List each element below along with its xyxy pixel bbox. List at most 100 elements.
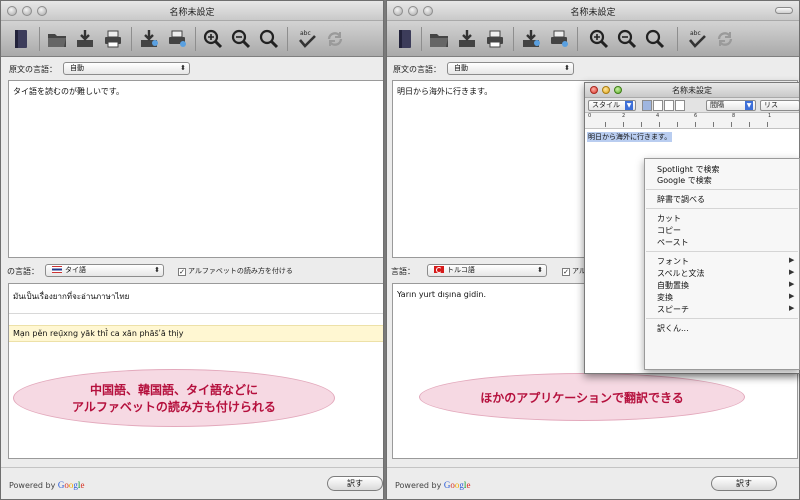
submenu-arrow-icon: ▶	[789, 256, 795, 264]
google-logo: Google	[57, 480, 85, 490]
zoom-in-icon[interactable]	[201, 27, 225, 51]
document-icon[interactable]	[9, 27, 33, 51]
target-language-value: トルコ語	[447, 266, 475, 274]
ruler-number: 8	[732, 113, 736, 119]
window-title: 名称未設定	[570, 8, 616, 18]
menu-item-font[interactable]: フォント ▶	[657, 256, 794, 267]
checkmark-icon: ✓	[562, 268, 570, 276]
translation-text: มันเป็นเรื่องยากที่จะอ่านภาษาไทย	[13, 292, 130, 301]
refresh-icon[interactable]	[713, 27, 737, 51]
menu-item-label: スピーチ	[657, 305, 689, 314]
import-icon[interactable]	[455, 27, 479, 51]
target-language-label: の言語：	[7, 267, 39, 276]
list-popup[interactable]: リス	[760, 100, 799, 111]
callout-line-2: アルファベットの読み方も付けられる	[72, 400, 276, 414]
thailand-flag-icon	[52, 266, 62, 273]
bottom-bar: Powered by Google 訳す	[387, 467, 799, 499]
textedit-title-bar[interactable]: 名称未設定	[585, 83, 799, 98]
feature-callout-romanization: 中国語、韓国語、タイ語などに アルファベットの読み方も付けられる	[13, 369, 335, 427]
zoom-in-icon[interactable]	[587, 27, 611, 51]
align-right-icon[interactable]	[675, 100, 685, 111]
selected-text[interactable]: 明日から海外に行きます。	[587, 132, 673, 142]
turkey-flag-icon	[434, 266, 444, 273]
toolbar: abc	[1, 21, 383, 57]
powered-by-google: Powered by Google	[9, 480, 84, 490]
toolbar: abc	[387, 21, 799, 57]
alphabet-reading-checkbox[interactable]: ✓ アル	[562, 266, 586, 276]
print-speech-icon[interactable]	[547, 27, 571, 51]
import-speech-icon[interactable]	[519, 27, 543, 51]
import-icon[interactable]	[73, 27, 97, 51]
textedit-title: 名称未設定	[672, 86, 712, 95]
open-folder-icon[interactable]	[45, 27, 69, 51]
spacing-popup[interactable]: 間隔 ▼	[706, 100, 756, 111]
open-folder-icon[interactable]	[427, 27, 451, 51]
spacing-popup-label: 間隔	[710, 101, 724, 109]
bottom-bar: Powered by Google 訳す	[1, 467, 383, 499]
menu-item-substitutions[interactable]: 自動置換 ▶	[657, 280, 794, 291]
source-language-popup[interactable]: 自動 ⬍	[63, 62, 190, 75]
menu-item-speech[interactable]: スピーチ ▶	[657, 304, 794, 315]
translate-button[interactable]: 訳す	[711, 476, 777, 491]
align-center-icon[interactable]	[653, 100, 663, 111]
ruler-number: 2	[622, 113, 626, 119]
menu-item-transformations[interactable]: 変換 ▶	[657, 292, 794, 303]
toolbar-toggle-button[interactable]	[775, 7, 793, 14]
alphabet-reading-checkbox[interactable]: ✓ アルファベットの読み方を付ける	[178, 266, 293, 276]
spellcheck-icon[interactable]: abc	[295, 27, 319, 51]
ruler-number: 4	[656, 113, 660, 119]
title-bar[interactable]: 名称未設定	[1, 1, 383, 21]
zoom-reset-icon[interactable]	[643, 27, 667, 51]
source-language-popup[interactable]: 自動 ⬍	[447, 62, 574, 75]
align-justify-icon[interactable]	[664, 100, 674, 111]
format-bar: スタイル ▼ 間隔 ▼ リス	[585, 98, 799, 113]
ruler-number: 6	[694, 113, 698, 119]
style-popup[interactable]: スタイル ▼	[588, 100, 636, 111]
menu-item-label: Spotlight で検索	[657, 165, 720, 174]
context-menu: Spotlight で検索 Google で検索 辞書で調べる カット コピー …	[644, 158, 800, 370]
menu-item-label: 訳くん...	[657, 324, 689, 333]
powered-by-google: Powered by Google	[395, 480, 470, 490]
align-left-icon[interactable]	[642, 100, 652, 111]
menu-item-label: フォント	[657, 257, 689, 266]
translator-window-left: 名称未設定 abc 原文の言語： 自動 ⬍ タイ語を読むのが難しいです。 の言語：…	[0, 0, 384, 500]
source-text-area[interactable]: タイ語を読むのが難しいです。	[8, 80, 383, 258]
callout-text: ほかのアプリケーションで翻訳できる	[480, 390, 684, 405]
style-popup-label: スタイル	[592, 101, 620, 109]
zoom-reset-icon[interactable]	[257, 27, 281, 51]
spellcheck-icon[interactable]: abc	[685, 27, 709, 51]
menu-item-cut[interactable]: カット	[657, 213, 681, 224]
ruler[interactable]: 0 2 4 6 8 1	[585, 113, 799, 129]
target-language-value: タイ語	[65, 266, 86, 274]
svg-text:abc: abc	[690, 30, 701, 37]
menu-item-yakukun[interactable]: 訳くん...	[657, 323, 689, 334]
print-icon[interactable]	[101, 27, 125, 51]
menu-item-paste[interactable]: ペースト	[657, 237, 689, 248]
title-bar[interactable]: 名称未設定	[387, 1, 799, 21]
menu-item-label: Google で検索	[657, 176, 712, 185]
alphabet-reading-label: アルファベットの読み方を付ける	[188, 267, 293, 275]
romanization-text: Mạn pĕn reụ̄xng yāk thī̀ ca xān phās̄ʹā …	[9, 325, 383, 342]
menu-item-label: カット	[657, 214, 681, 223]
target-language-popup[interactable]: タイ語 ⬍	[45, 264, 164, 277]
translate-button[interactable]: 訳す	[327, 476, 383, 491]
source-text: タイ語を読むのが難しいです。	[13, 87, 124, 96]
menu-item-spotlight[interactable]: Spotlight で検索	[657, 164, 719, 175]
menu-item-dictionary[interactable]: 辞書で調べる	[657, 194, 705, 205]
menu-item-spelling[interactable]: スペルと文法 ▶	[657, 268, 794, 279]
menu-item-copy[interactable]: コピー	[657, 225, 681, 236]
powered-by-label: Powered by	[9, 481, 56, 490]
refresh-icon[interactable]	[323, 27, 347, 51]
print-speech-icon[interactable]	[165, 27, 189, 51]
source-language-label: 原文の言語：	[393, 65, 441, 74]
ruler-number: 0	[588, 113, 592, 119]
print-icon[interactable]	[483, 27, 507, 51]
import-speech-icon[interactable]	[137, 27, 161, 51]
zoom-out-icon[interactable]	[615, 27, 639, 51]
source-language-value: 自動	[70, 64, 84, 72]
menu-item-google-search[interactable]: Google で検索	[657, 175, 712, 186]
zoom-out-icon[interactable]	[229, 27, 253, 51]
window-title: 名称未設定	[169, 8, 215, 18]
document-icon[interactable]	[393, 27, 417, 51]
target-language-popup[interactable]: トルコ語 ⬍	[427, 264, 547, 277]
